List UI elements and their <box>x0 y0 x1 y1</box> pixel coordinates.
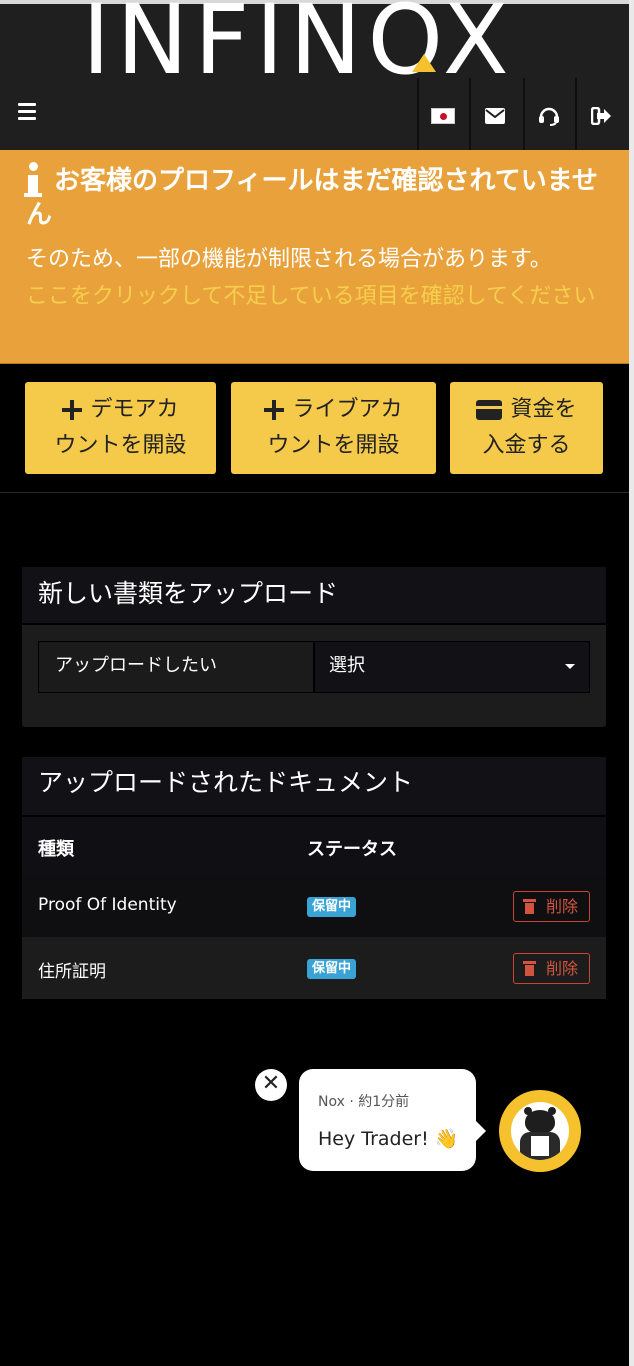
warning-title: お客様のプロフィールはまだ確認されていません <box>26 166 598 230</box>
delete-label: 削除 <box>546 897 579 916</box>
caret-down-icon <box>565 664 575 669</box>
envelope-icon <box>485 108 505 124</box>
chat-message: Hey Trader! 👋 <box>318 1128 459 1150</box>
chat-avatar-button[interactable] <box>499 1090 581 1172</box>
button-label-line1: デモアカ <box>90 397 179 422</box>
delete-label: 削除 <box>546 959 579 978</box>
support-button[interactable] <box>523 78 573 154</box>
open-live-account-button[interactable]: ライブアカ ウントを開設 <box>231 382 436 474</box>
select-value: 選択 <box>329 655 365 676</box>
status-badge: 保留中 <box>307 897 357 917</box>
document-type-select[interactable]: 選択 <box>314 641 590 693</box>
table-row: 住所証明 保留中 削除 <box>22 937 606 999</box>
trash-icon <box>523 961 536 976</box>
upload-panel-title: 新しい書類をアップロード <box>22 567 606 625</box>
credit-card-icon <box>476 400 503 420</box>
language-button[interactable] <box>417 78 467 154</box>
logo-triangle-icon <box>412 54 436 72</box>
button-label-line1: ライブアカ <box>292 397 403 422</box>
headset-icon <box>539 107 559 126</box>
infinox-logo: INFINOX <box>82 0 515 90</box>
table-header-row: 種類 ステータス <box>22 817 606 875</box>
section-divider <box>0 492 629 493</box>
document-type: Proof Of Identity <box>38 895 177 915</box>
deposit-funds-button[interactable]: 資金を 入金する <box>450 382 603 474</box>
delete-button[interactable]: 削除 <box>513 891 590 922</box>
documents-panel-title: アップロードされたドキュメント <box>22 757 606 817</box>
chat-meta: Nox · 約1分前 <box>318 1094 410 1110</box>
upload-type-label: アップロードしたい <box>38 641 314 693</box>
sign-out-icon <box>591 107 611 125</box>
warning-text: そのため、一部の機能が制限される場合があります。 <box>26 247 552 272</box>
table-row: Proof Of Identity 保留中 削除 <box>22 875 606 937</box>
status-badge: 保留中 <box>307 959 357 979</box>
missing-items-link[interactable]: ここをクリックして不足している項目を確認してください <box>26 280 596 314</box>
open-demo-account-button[interactable]: デモアカ ウントを開設 <box>25 382 216 474</box>
button-label-line2: ウントを開設 <box>267 433 400 458</box>
app-header: INFINOX <box>0 0 629 154</box>
logout-button[interactable] <box>575 78 625 154</box>
panther-mascot-icon <box>511 1102 569 1160</box>
button-label-line2: 入金する <box>482 433 571 458</box>
hamburger-menu-icon[interactable] <box>16 99 44 129</box>
viewport-edge <box>629 0 634 1366</box>
document-type: 住所証明 <box>38 962 106 982</box>
column-header-type: 種類 <box>38 839 74 860</box>
button-label-line2: ウントを開設 <box>54 433 187 458</box>
button-label-line1: 資金を <box>510 397 577 422</box>
japan-flag-icon <box>431 108 455 124</box>
chat-message-bubble[interactable]: Nox · 約1分前 Hey Trader! 👋 <box>299 1069 486 1171</box>
documents-panel: アップロードされたドキュメント 種類 ステータス Proof Of Identi… <box>22 757 606 999</box>
plus-icon <box>62 400 83 420</box>
messages-button[interactable] <box>469 78 519 154</box>
chat-close-button[interactable]: ✕ <box>255 1069 287 1101</box>
trash-icon <box>523 899 536 914</box>
column-header-status: ステータス <box>307 839 397 860</box>
upload-panel: 新しい書類をアップロード アップロードしたい 選択 <box>22 567 606 727</box>
delete-button[interactable]: 削除 <box>513 953 590 984</box>
plus-icon <box>264 400 285 420</box>
